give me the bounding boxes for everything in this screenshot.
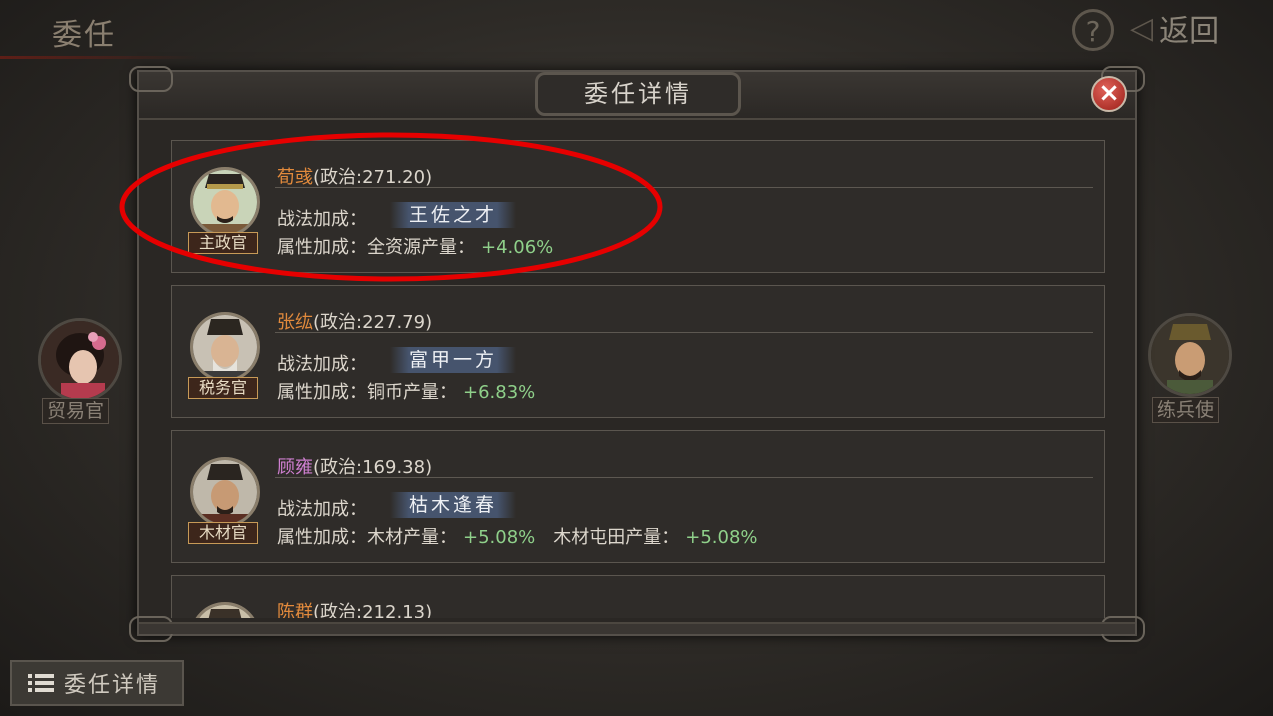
appointment-detail-label: 委任详情 — [64, 673, 161, 698]
skill-bonus-label: 战法加成： — [277, 354, 367, 375]
divider — [275, 187, 1093, 188]
general-stat: (政治:169.38) — [313, 457, 433, 478]
drill-officer-label: 练兵使 — [1152, 397, 1220, 423]
appointment-detail-button[interactable]: 委任详情 — [10, 660, 184, 706]
back-button[interactable]: ◁ 返回 — [1130, 10, 1268, 50]
general-name: 荀彧 — [277, 167, 313, 188]
attribute-name: 铜币产量： — [367, 382, 457, 403]
general-portrait-guyong — [190, 457, 260, 527]
trade-officer-label: 贸易官 — [42, 398, 110, 424]
role-badge: 税务官 — [188, 377, 258, 399]
trade-officer-portrait[interactable] — [38, 318, 122, 402]
attribute-name: 木材产量： — [367, 527, 457, 548]
attribute-bonus-label: 属性加成： — [277, 527, 367, 548]
appointment-card-3[interactable]: 木材官 顾雍(政治:169.38) 战法加成： 枯木逢春 属性加成：木材产量： +… — [171, 430, 1105, 563]
skill-bonus-label: 战法加成： — [277, 499, 367, 520]
attribute-bonus-label: 属性加成： — [277, 237, 367, 258]
attribute-bonus-line: 属性加成：铜币产量： +6.83% — [277, 378, 535, 404]
appointment-list[interactable]: 主政官 荀彧(政治:271.20) 战法加成： 王佐之才 属性加成：全资源产量：… — [169, 138, 1109, 618]
skill-name[interactable]: 枯木逢春 — [390, 492, 516, 518]
modal-footer-bar — [139, 622, 1135, 634]
role-badge: 主政官 — [188, 232, 258, 254]
attribute-name: 木材屯田产量： — [553, 527, 680, 548]
attribute-bonus-label: 属性加成： — [277, 382, 367, 403]
appointment-card-2[interactable]: 税务官 张纮(政治:227.79) 战法加成： 富甲一方 属性加成：铜币产量： +… — [171, 285, 1105, 418]
corner-ornament-tl — [129, 66, 173, 92]
general-portrait-xunyu — [190, 167, 260, 237]
general-portrait-zhanghong — [190, 312, 260, 382]
general-name: 顾雍 — [277, 457, 313, 478]
list-icon — [28, 674, 54, 692]
general-name-line: 陈群(政治:212.13) — [277, 598, 432, 618]
attribute-value: +6.83% — [463, 382, 536, 403]
skill-name[interactable]: 王佐之才 — [390, 202, 516, 228]
back-arrow-icon: ◁ — [1130, 10, 1154, 46]
help-button[interactable]: ? — [1072, 9, 1114, 51]
attribute-bonus-line: 属性加成：全资源产量： +4.06% — [277, 233, 553, 259]
attribute-name: 全资源产量： — [367, 237, 475, 258]
general-stat: (政治:227.79) — [313, 312, 433, 333]
divider — [275, 332, 1093, 333]
drill-officer-portrait[interactable] — [1148, 313, 1232, 397]
back-label: 返回 — [1159, 14, 1220, 49]
title-underline — [0, 56, 200, 59]
attribute-bonus-line: 属性加成：木材产量： +5.08% 木材屯田产量： +5.08% — [277, 523, 758, 549]
general-name-line: 顾雍(政治:169.38) — [277, 453, 432, 479]
attribute-value: +4.06% — [481, 237, 554, 258]
skill-bonus-label: 战法加成： — [277, 209, 367, 230]
general-name: 张纮 — [277, 312, 313, 333]
attribute-value: +5.08% — [463, 527, 536, 548]
skill-name[interactable]: 富甲一方 — [390, 347, 516, 373]
general-portrait-chenqun — [190, 602, 260, 618]
appointment-card-1[interactable]: 主政官 荀彧(政治:271.20) 战法加成： 王佐之才 属性加成：全资源产量：… — [171, 140, 1105, 273]
general-stat: (政治:271.20) — [313, 167, 433, 188]
page-title: 委任 — [52, 18, 116, 53]
general-name-line: 张纮(政治:227.79) — [277, 308, 432, 334]
divider — [275, 477, 1093, 478]
role-badge: 木材官 — [188, 522, 258, 544]
modal-title: 委任详情 — [535, 72, 741, 116]
general-stat: (政治:212.13) — [313, 602, 433, 618]
general-name: 陈群 — [277, 602, 313, 618]
appointment-detail-modal: 委任详情 × 主政官 荀彧(政治:271.20) 战法加成： 王佐之才 属性加成… — [129, 66, 1145, 642]
general-name-line: 荀彧(政治:271.20) — [277, 163, 432, 189]
attribute-value: +5.08% — [685, 527, 758, 548]
appointment-card-4[interactable]: 陈群(政治:212.13) — [171, 575, 1105, 618]
close-button[interactable]: × — [1091, 76, 1127, 112]
